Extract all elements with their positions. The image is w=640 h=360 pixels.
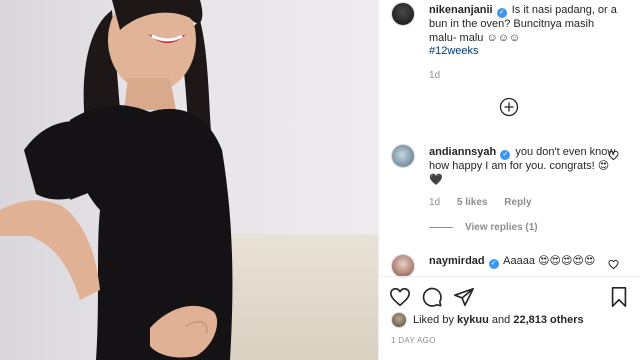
likes-others-link[interactable]: 22,813 others bbox=[513, 314, 583, 326]
likes-joiner: and bbox=[491, 314, 511, 326]
verified-badge-icon: ✓ bbox=[488, 259, 499, 269]
bookmark-icon[interactable] bbox=[608, 286, 630, 308]
verified-badge-icon: ✓ bbox=[500, 150, 511, 160]
caption-meta: 1d bbox=[429, 70, 454, 81]
comment-likes-count[interactable]: 5 likes bbox=[457, 197, 488, 208]
liker-username[interactable]: kykuu bbox=[457, 314, 489, 326]
replies-divider-line bbox=[429, 226, 453, 228]
author-avatar[interactable] bbox=[391, 2, 415, 26]
photo-person-illustration bbox=[0, 0, 233, 360]
comment-icon[interactable] bbox=[421, 286, 443, 308]
comment-item: andiannsyah ✓ you don't even know how ha… bbox=[429, 146, 621, 187]
comment-username[interactable]: naymirdad bbox=[429, 255, 485, 267]
likes-prefix: Liked by bbox=[413, 314, 454, 326]
heart-icon[interactable] bbox=[389, 286, 411, 308]
share-icon[interactable] bbox=[453, 286, 475, 308]
reply-button[interactable]: Reply bbox=[504, 197, 531, 208]
liker-avatar[interactable] bbox=[391, 312, 407, 328]
comment-meta: 1d 5 likes Reply bbox=[429, 197, 546, 208]
view-replies-button[interactable]: View replies (1) bbox=[429, 222, 538, 233]
comment-like-heart-icon[interactable] bbox=[608, 150, 619, 161]
verified-badge-icon: ✓ bbox=[496, 8, 507, 18]
comment-text: Aaaaa 😍😍😍😍😍 bbox=[503, 255, 596, 267]
likes-summary: Liked by kykuu and 22,813 others bbox=[413, 314, 584, 326]
caption: nikenanjanii ✓ Is it nasi padang, or a b… bbox=[429, 4, 621, 59]
caption-hashtag[interactable]: #12weeks bbox=[429, 45, 479, 57]
comment-username[interactable]: andiannsyah bbox=[429, 146, 496, 158]
comments-panel: nikenanjanii ✓ Is it nasi padang, or a b… bbox=[379, 0, 640, 360]
commenter-avatar[interactable] bbox=[391, 254, 415, 278]
plus-circle-icon[interactable] bbox=[499, 97, 519, 117]
post-timestamp[interactable]: 1 DAY AGO bbox=[391, 336, 436, 345]
comment-time[interactable]: 1d bbox=[429, 197, 440, 208]
comment-like-heart-icon[interactable] bbox=[608, 259, 619, 270]
view-replies-label: View replies (1) bbox=[465, 222, 538, 233]
caption-username[interactable]: nikenanjanii bbox=[429, 4, 493, 16]
post-photo[interactable] bbox=[0, 0, 378, 360]
commenter-avatar[interactable] bbox=[391, 144, 415, 168]
comment-item: naymirdad ✓ Aaaaa 😍😍😍😍😍 bbox=[429, 255, 621, 269]
caption-time[interactable]: 1d bbox=[429, 70, 440, 81]
action-bar bbox=[379, 276, 640, 314]
